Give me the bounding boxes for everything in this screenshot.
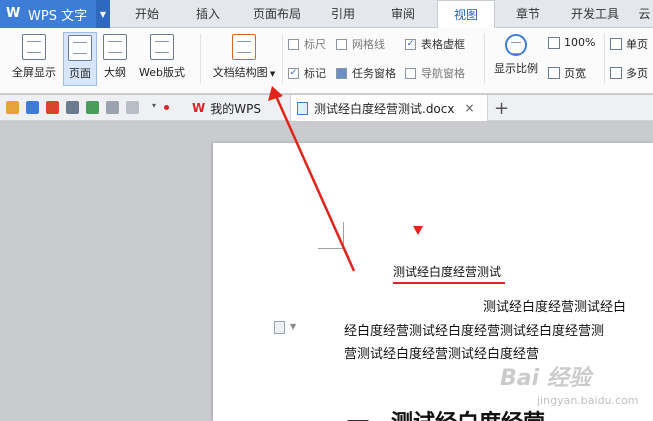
single-page-button[interactable]: 单页: [610, 36, 648, 52]
ribbon-divider: [604, 34, 605, 84]
app-name: WPS 文字: [28, 8, 88, 24]
tab-my-wps-label: 我的WPS: [210, 101, 261, 116]
zoom-button[interactable]: 显示比例: [488, 34, 544, 76]
outline-label: 大纲: [104, 66, 126, 79]
ruler-label: 标尺: [304, 38, 326, 51]
close-icon[interactable]: ×: [464, 101, 474, 115]
print-icon[interactable]: [66, 101, 79, 114]
checkbox-indeterminate-icon: [336, 67, 347, 79]
nav-pane-checkbox[interactable]: 导航窗格: [405, 65, 465, 81]
task-pane-label: 任务窗格: [352, 67, 396, 80]
watermark-logo: Bai 经验: [500, 366, 591, 391]
notification-dot-icon: [164, 105, 169, 110]
crop-mark: [318, 248, 344, 249]
export-pdf-icon[interactable]: [46, 101, 59, 114]
wps-w-icon: W: [192, 101, 206, 115]
outline-view-button[interactable]: 大纲: [99, 34, 131, 80]
tab-review[interactable]: 审阅: [380, 0, 426, 28]
app-menu-button[interactable]: W WPS 文字 ▼: [0, 0, 110, 28]
new-tab-button[interactable]: +: [494, 95, 512, 121]
ruler-checkbox[interactable]: 标尺: [288, 36, 326, 52]
checkbox-checked-icon: ✓: [405, 38, 416, 50]
checkbox-checked-icon: ✓: [288, 67, 299, 79]
ribbon-divider: [200, 34, 201, 84]
checkbox-unchecked-icon: [336, 38, 347, 50]
ribbon-divider: [484, 34, 485, 84]
title-highlight-underline: [393, 282, 505, 284]
document-heading: 一、测试经白度经营: [347, 405, 545, 421]
table-gridlines-checkbox[interactable]: ✓ 表格虚框: [405, 36, 465, 52]
tab-page-layout[interactable]: 页面布局: [242, 0, 312, 28]
tab-my-wps[interactable]: W 我的WPS: [186, 95, 290, 121]
page-width-button[interactable]: 页宽: [548, 65, 586, 81]
menu-tab-bar: W WPS 文字 ▼ 开始 插入 页面布局 引用 审阅 视图 章节 开发工具 云: [0, 0, 653, 29]
page-width-label: 页宽: [564, 67, 586, 80]
crop-mark: [343, 222, 344, 249]
document-map-button[interactable]: 文档结构图 ▼: [206, 34, 282, 80]
tab-document[interactable]: 测试经白度经营测试.docx ×: [290, 95, 488, 121]
quick-access-bar: ▾ W 我的WPS 测试经白度经营测试.docx × +: [0, 95, 653, 121]
page-view-button[interactable]: 页面: [63, 32, 97, 86]
page-width-icon: [548, 67, 560, 79]
body-line-1: 测试经白度经营测试经白: [483, 300, 627, 315]
page-view-label: 页面: [69, 67, 91, 80]
outline-icon: [103, 34, 127, 60]
zoom-100-label: 100%: [564, 36, 596, 49]
web-view-label: Web版式: [139, 66, 185, 79]
gridlines-label: 网格线: [352, 38, 385, 51]
marks-label: 标记: [304, 67, 326, 80]
body-line-2: 经白度经营测试经白度经营测试经白度经营测: [344, 324, 605, 339]
zoom-100-button[interactable]: 100%: [548, 36, 595, 49]
fullscreen-icon: [22, 34, 46, 60]
single-page-label: 单页: [626, 38, 648, 51]
redo-icon[interactable]: [126, 101, 139, 114]
document-map-icon: [232, 34, 256, 60]
tab-references[interactable]: 引用: [320, 0, 366, 28]
tab-cloud[interactable]: 云: [636, 0, 653, 28]
table-gridlines-label: 表格虚框: [421, 38, 465, 51]
wps-logo-icon: W: [6, 6, 21, 21]
tab-start[interactable]: 开始: [124, 0, 170, 28]
multi-page-button[interactable]: 多页: [610, 65, 648, 81]
marks-checkbox[interactable]: ✓ 标记: [288, 65, 326, 81]
tab-chapter[interactable]: 章节: [505, 0, 551, 28]
caret-down-icon: ▼: [267, 70, 276, 78]
page-view-icon: [68, 35, 92, 61]
document-title: 测试经白度经营测试: [393, 265, 502, 279]
caret-down-icon[interactable]: ▼: [96, 0, 110, 28]
save-icon[interactable]: [26, 101, 39, 114]
nav-pane-label: 导航窗格: [421, 67, 465, 80]
zoom-label: 显示比例: [494, 62, 538, 75]
web-view-button[interactable]: Web版式: [134, 34, 190, 80]
document-icon: [297, 101, 308, 115]
ribbon-divider: [282, 34, 283, 84]
caret-down-icon[interactable]: ▼: [290, 322, 296, 331]
document-map-label: 文档结构图: [212, 66, 268, 79]
undo-icon[interactable]: [106, 101, 119, 114]
paragraph-handle-icon[interactable]: [274, 321, 285, 334]
red-marker-icon: [413, 226, 423, 235]
web-layout-icon: [150, 34, 174, 60]
checkbox-unchecked-icon: [288, 38, 299, 50]
view-ribbon: 全屏显示 页面 大纲 Web版式 文档结构图 ▼ 标尺 网格线 ✓ 表格虚框 ✓ 标…: [0, 28, 653, 94]
gridlines-checkbox[interactable]: 网格线: [336, 36, 385, 52]
zoom-100-icon: [548, 36, 560, 49]
task-pane-checkbox[interactable]: 任务窗格: [336, 65, 396, 81]
open-folder-icon[interactable]: [6, 101, 19, 114]
tab-view[interactable]: 视图: [437, 0, 495, 29]
fullscreen-label: 全屏显示: [12, 66, 56, 79]
multi-page-icon: [610, 67, 622, 79]
tab-insert[interactable]: 插入: [185, 0, 231, 28]
multi-page-label: 多页: [626, 67, 648, 80]
tab-document-label: 测试经白度经营测试.docx: [314, 101, 455, 116]
tab-developer-tools[interactable]: 开发工具: [562, 0, 628, 28]
fullscreen-button[interactable]: 全屏显示: [6, 34, 62, 80]
single-page-icon: [610, 38, 622, 50]
print-preview-icon[interactable]: [86, 101, 99, 114]
magnifier-icon: [505, 34, 527, 56]
watermark-url: jingyan.baidu.com: [537, 394, 639, 407]
checkbox-unchecked-icon: [405, 67, 416, 79]
